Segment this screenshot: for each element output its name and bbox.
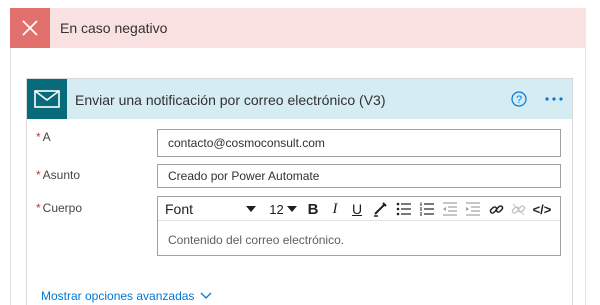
chevron-down-icon bbox=[200, 292, 212, 299]
rich-text-toolbar: Font 12 B I U </> bbox=[158, 197, 560, 221]
bold-button[interactable]: B bbox=[304, 197, 322, 221]
code-view-button[interactable]: </> bbox=[531, 197, 553, 221]
subject-field-value: Creado por Power Automate bbox=[168, 169, 320, 183]
numbered-list-button[interactable] bbox=[417, 197, 437, 221]
bulleted-list-icon bbox=[396, 202, 411, 216]
show-advanced-options-label: Mostrar opciones avanzadas bbox=[41, 289, 195, 303]
font-size-dropdown[interactable]: 12 bbox=[266, 197, 300, 221]
insert-link-button[interactable] bbox=[486, 197, 506, 221]
negative-branch-title: En caso negativo bbox=[60, 20, 168, 36]
action-title: Enviar una notificación por correo elect… bbox=[75, 92, 386, 108]
action-header[interactable]: Enviar una notificación por correo elect… bbox=[27, 79, 572, 119]
numbered-list-icon bbox=[420, 202, 434, 216]
increase-indent-icon bbox=[466, 202, 480, 216]
subject-field[interactable]: Creado por Power Automate bbox=[157, 164, 561, 188]
decrease-indent-button[interactable] bbox=[440, 197, 460, 221]
svg-text:?: ? bbox=[516, 94, 522, 106]
italic-button[interactable]: I bbox=[326, 197, 344, 221]
font-size-value: 12 bbox=[269, 201, 284, 217]
link-icon bbox=[489, 204, 503, 214]
more-options-icon[interactable] bbox=[544, 96, 564, 102]
decrease-indent-icon bbox=[443, 202, 457, 216]
bulleted-list-button[interactable] bbox=[394, 197, 414, 221]
increase-indent-button[interactable] bbox=[463, 197, 483, 221]
remove-link-button[interactable] bbox=[508, 197, 528, 221]
show-advanced-options-link[interactable]: Mostrar opciones avanzadas bbox=[41, 289, 212, 303]
font-family-value: Font bbox=[165, 201, 194, 217]
to-field[interactable]: contacto@cosmoconsult.com bbox=[157, 129, 561, 157]
close-icon bbox=[10, 8, 50, 48]
body-editor-placeholder: Contenido del correo electrónico. bbox=[168, 233, 345, 247]
body-editor[interactable]: Font 12 B I U </> Contenido del correo e… bbox=[157, 196, 561, 256]
text-color-button[interactable] bbox=[371, 197, 389, 221]
unlink-icon bbox=[511, 203, 525, 215]
to-label: * A bbox=[36, 130, 51, 144]
to-field-value: contacto@cosmoconsult.com bbox=[168, 136, 325, 150]
mail-icon bbox=[27, 79, 67, 119]
underline-button[interactable]: U bbox=[348, 197, 366, 221]
negative-branch-header[interactable]: En caso negativo bbox=[10, 8, 586, 48]
pen-icon bbox=[374, 202, 387, 217]
send-email-action-card: Enviar una notificación por correo elect… bbox=[26, 78, 573, 305]
font-family-dropdown[interactable]: Font bbox=[158, 197, 260, 221]
help-icon[interactable]: ? bbox=[511, 91, 527, 107]
subject-label: * Asunto bbox=[36, 168, 81, 182]
chevron-down-icon bbox=[286, 206, 297, 212]
body-label: * Cuerpo bbox=[36, 201, 83, 215]
chevron-down-icon bbox=[246, 206, 256, 212]
